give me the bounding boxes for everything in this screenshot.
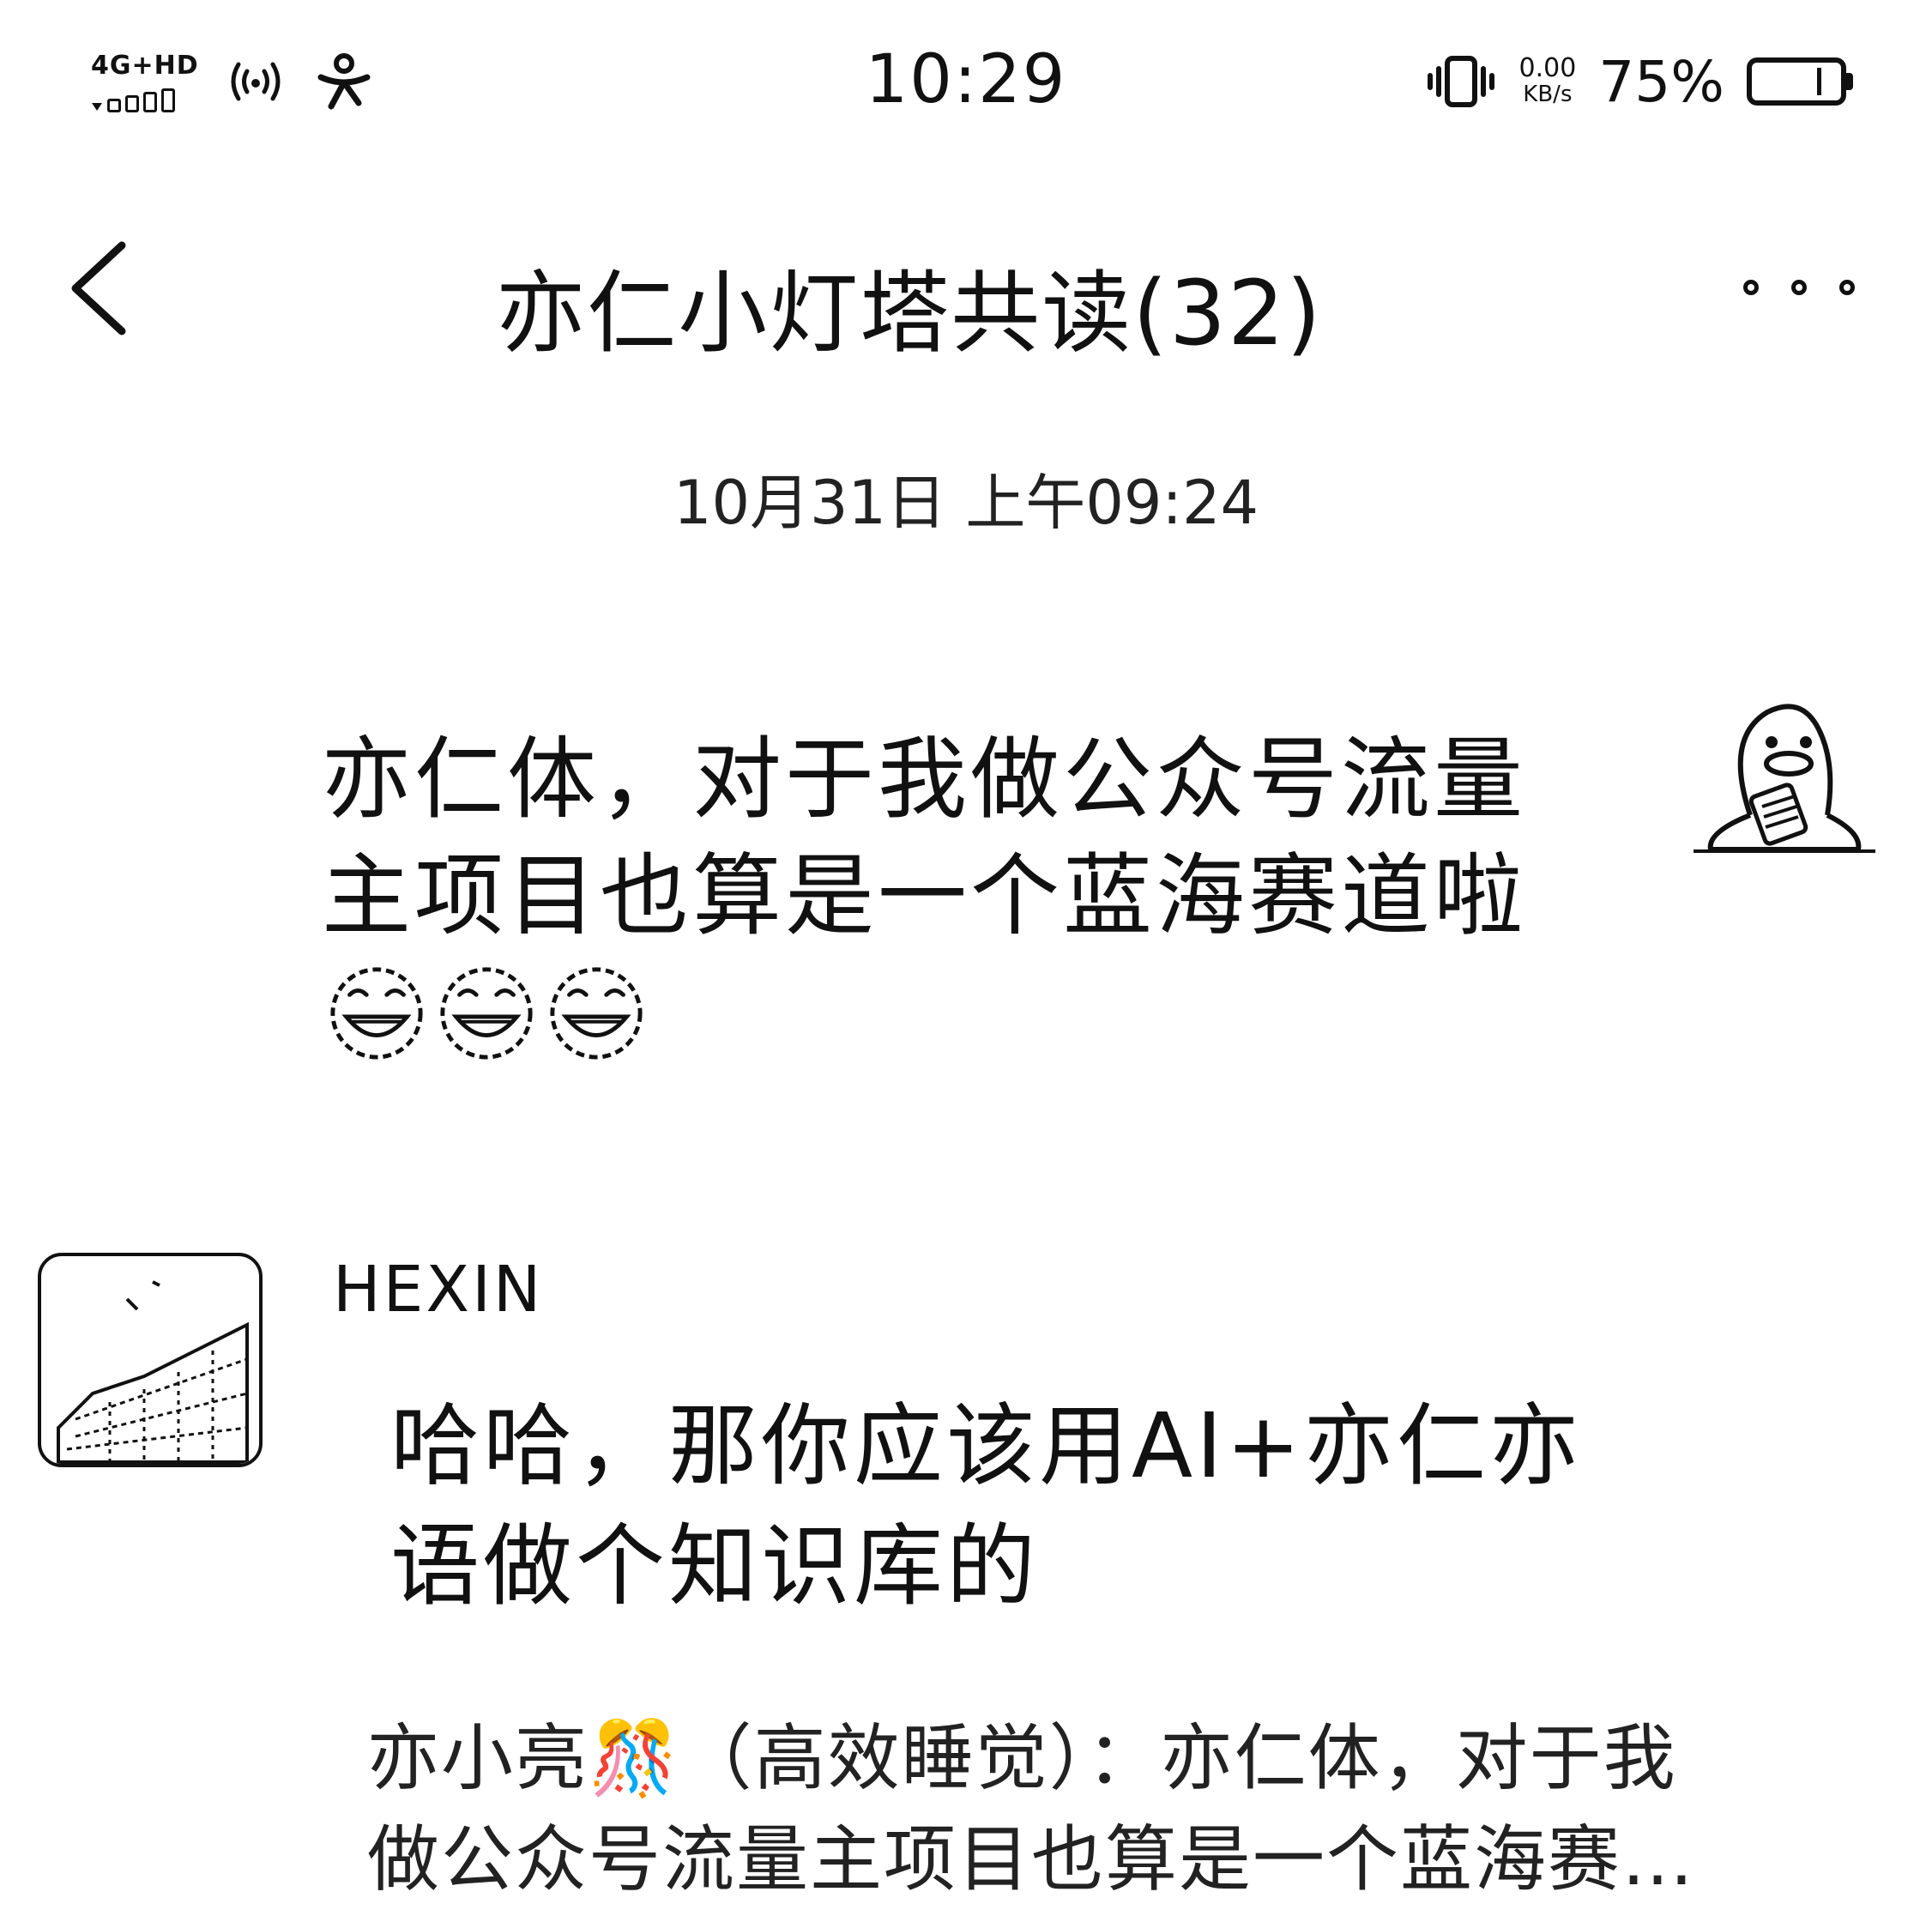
network-speed-value: 0.00 [1518,53,1577,83]
more-options-button[interactable] [1743,266,1855,309]
sender-avatar[interactable] [38,1253,263,1467]
other-message-bubble[interactable]: 哈哈，那你应该用AI+亦仁亦 语做个知识库的 [390,1386,1651,1626]
self-avatar[interactable] [1690,686,1879,884]
building-photo-icon [57,1280,249,1464]
other-message-line-2: 语做个知识库的 [390,1514,1040,1618]
other-message-line-1: 哈哈，那你应该用AI+亦仁亦 [390,1393,1582,1498]
quoted-message-line-2: 做公众号流量主项目也算是一个蓝海赛… [367,1817,1696,1901]
battery-percent: 75% [1598,48,1724,115]
more-dot-2 [1791,280,1807,295]
quoted-message[interactable]: 亦小亮🎊（高效睡觉）：亦仁体，对于我 做公众号流量主项目也算是一个蓝海赛… [367,1708,1783,1910]
battery-icon [1747,57,1853,106]
network-speed-unit: KB/s [1523,82,1573,107]
chat-title: 亦仁小灯塔共读(32) [496,261,1323,366]
status-bar: 4G+HD 10:29 0.00 KB/s 75% [0,0,1932,163]
self-message-line-2: 主项目也算是一个蓝海赛道啦 [322,843,1527,948]
more-dot-1 [1743,280,1759,295]
battery-level-fill [1757,68,1822,95]
laughing-emoji-icon [550,967,643,1060]
message-timestamp: 10月31日 上午09:24 [673,468,1259,538]
self-message-emojis [326,961,647,1062]
chat-header: 亦仁小灯塔共读(32) [0,215,1932,366]
self-message-line-1: 亦仁体，对于我做公众号流量 [322,727,1527,831]
more-dot-3 [1839,280,1855,295]
status-right-group: 0.00 KB/s 75% [1425,43,1853,120]
vibrate-icon [1427,56,1494,107]
sender-name: HEXIN [333,1253,544,1327]
network-speed: 0.00 KB/s [1518,53,1577,108]
laughing-emoji-icon [330,967,423,1060]
quoted-message-line-1: 亦小亮🎊（高效睡觉）：亦仁体，对于我 [367,1716,1677,1800]
laughing-emoji-icon [440,967,533,1060]
self-message-bubble[interactable]: 亦仁体，对于我做公众号流量 主项目也算是一个蓝海赛道啦 [322,721,1583,954]
